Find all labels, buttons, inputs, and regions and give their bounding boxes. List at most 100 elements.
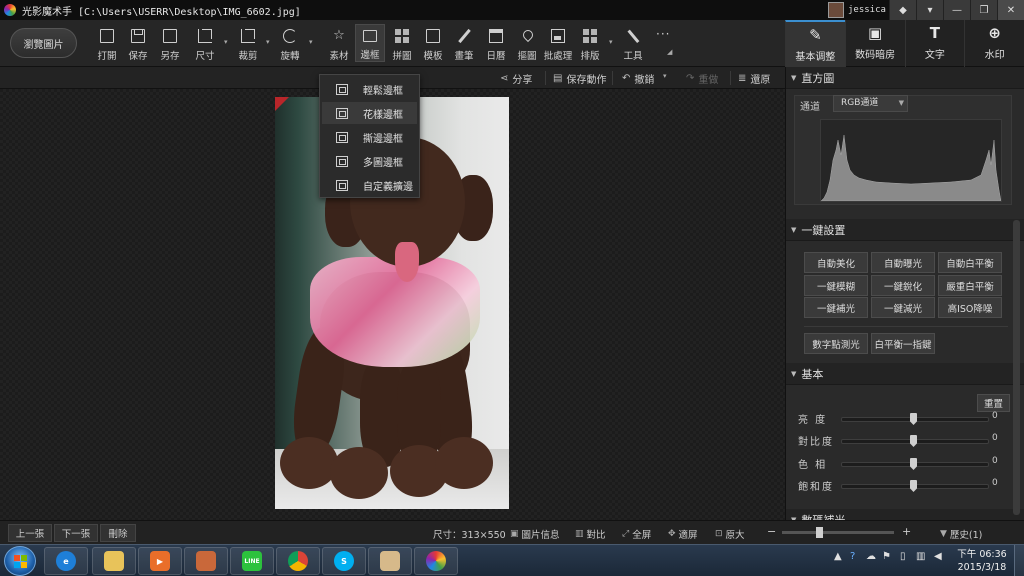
reset-button[interactable]: 重置 xyxy=(977,394,1010,412)
taskbar-app-chrome[interactable] xyxy=(276,547,320,575)
taskbar-app-skype[interactable]: S xyxy=(322,547,366,575)
rotate-dropdown-icon[interactable]: ▾ xyxy=(309,38,313,46)
taskbar-app-ie[interactable]: e xyxy=(44,547,88,575)
tab-digital-darkroom[interactable]: ▣ 数码暗房 xyxy=(844,20,905,67)
one-click-sharpen-button[interactable]: 一鍵銳化 xyxy=(871,275,935,296)
taskbar-app-paint[interactable] xyxy=(368,547,412,575)
slider-thumb[interactable] xyxy=(910,413,917,425)
calendar-button[interactable]: 日曆 xyxy=(481,24,511,62)
close-button[interactable]: ✕ xyxy=(997,0,1024,20)
delete-button[interactable]: 刪除 xyxy=(100,524,136,542)
user-name[interactable]: jessica xyxy=(848,5,886,15)
histogram-header[interactable]: ▼ 直方圖 xyxy=(786,67,1024,89)
zoom-slider[interactable] xyxy=(782,527,894,538)
next-image-button[interactable]: 下一張 xyxy=(54,524,98,542)
undo-dropdown-icon[interactable]: ▾ xyxy=(663,72,667,80)
share-button[interactable]: ⋖ 分享 xyxy=(500,71,532,86)
brush-button[interactable]: 畫筆 xyxy=(449,24,479,62)
zoom-in-button[interactable]: + xyxy=(902,525,911,538)
layout-dropdown-icon[interactable]: ▾ xyxy=(609,38,613,46)
border-button[interactable]: 邊框 xyxy=(355,24,385,62)
white-balance-one-key-button[interactable]: 白平衡一指鍵 xyxy=(871,333,935,354)
taskbar-app-photo-editor[interactable] xyxy=(414,547,458,575)
auto-beautify-button[interactable]: 自動美化 xyxy=(804,252,868,273)
saturation-slider[interactable] xyxy=(841,480,989,492)
high-iso-denoise-button[interactable]: 高ISO降噪 xyxy=(938,297,1002,318)
tray-expand-icon[interactable]: ▲ xyxy=(834,551,842,562)
more-button[interactable]: ··· xyxy=(648,24,678,62)
power-icon[interactable]: ▯ xyxy=(900,551,906,562)
help-icon[interactable]: ? xyxy=(850,551,855,562)
image-info-button[interactable]: ▣ 圖片信息 xyxy=(510,527,560,541)
slider-thumb[interactable] xyxy=(910,458,917,470)
crop-dropdown-icon[interactable]: ▾ xyxy=(266,38,270,46)
crop-button[interactable]: 裁剪 xyxy=(233,24,263,62)
auto-exposure-button[interactable]: 自動曝光 xyxy=(871,252,935,273)
taskbar-app-media[interactable]: ▶ xyxy=(138,547,182,575)
contrast-slider[interactable] xyxy=(841,435,989,447)
material-button[interactable]: ☆ 素材 xyxy=(324,24,354,63)
collage-button[interactable]: 拼圖 xyxy=(387,24,417,62)
fill-light-header[interactable]: ▼ 數碼補光 xyxy=(786,509,1024,520)
brightness-slider[interactable] xyxy=(841,413,989,425)
toolbar-expand-icon[interactable]: ◢ xyxy=(667,48,672,56)
redo-button[interactable]: ↷ 重做 xyxy=(686,71,718,86)
basic-header[interactable]: ▼ 基本 xyxy=(786,363,1024,385)
one-click-blur-button[interactable]: 一鍵模糊 xyxy=(804,275,868,296)
browse-images-button[interactable]: 瀏覽圖片 xyxy=(10,28,77,58)
hue-slider[interactable] xyxy=(841,458,989,470)
menu-button[interactable]: ▾ xyxy=(916,0,943,20)
layout-button[interactable]: 排版 xyxy=(575,24,605,62)
cloud-icon[interactable]: ☁ xyxy=(866,551,876,562)
menu-item-torn-border[interactable]: 撕邊邊框 xyxy=(322,126,417,148)
open-button[interactable]: 打開 xyxy=(92,24,122,62)
fullscreen-button[interactable]: ⤢ 全屏 xyxy=(622,527,651,541)
menu-item-pattern-border[interactable]: 花樣邊框 xyxy=(322,102,417,124)
one-click-fill-light-button[interactable]: 一鍵補光 xyxy=(804,297,868,318)
minimize-button[interactable]: — xyxy=(943,0,970,20)
menu-item-custom-expand[interactable]: 自定義擴邊 xyxy=(322,174,417,196)
one-click-header[interactable]: ▼ 一鍵設置 xyxy=(786,219,1024,241)
history-button[interactable]: ▼ 歷史(1) xyxy=(940,527,982,541)
zoom-out-button[interactable]: − xyxy=(767,525,776,538)
tab-basic-adjust[interactable]: ✎ 基本调整 xyxy=(785,20,845,67)
save-as-button[interactable]: 另存 xyxy=(155,24,185,62)
network-icon[interactable]: ▥ xyxy=(916,551,925,562)
resize-button[interactable]: 尺寸 xyxy=(190,24,220,62)
cutout-button[interactable]: 摳圖 xyxy=(512,24,542,62)
rotate-button[interactable]: 旋轉 xyxy=(275,24,305,62)
restore-button[interactable]: ≣ 還原 xyxy=(738,71,770,86)
tools-button[interactable]: 工具 xyxy=(618,24,648,62)
save-action-button[interactable]: ▤ 保存動作 xyxy=(553,71,606,86)
taskbar-app-explorer[interactable] xyxy=(92,547,136,575)
volume-icon[interactable]: ◀ xyxy=(934,551,942,562)
menu-item-easy-border[interactable]: 輕鬆邊框 xyxy=(322,78,417,100)
system-clock[interactable]: 下午 06:36 2015/3/18 xyxy=(955,548,1009,574)
flag-icon[interactable]: ⚑ xyxy=(882,551,891,562)
start-button[interactable] xyxy=(4,546,36,576)
show-desktop-button[interactable] xyxy=(1014,545,1024,576)
fit-screen-button[interactable]: ✥ 適屏 xyxy=(668,527,698,541)
panel-scrollbar[interactable] xyxy=(1013,220,1020,515)
slider-thumb[interactable] xyxy=(910,435,917,447)
tab-text[interactable]: T 文字 xyxy=(904,20,965,67)
user-area[interactable]: jessica ▾ xyxy=(828,1,894,19)
resize-dropdown-icon[interactable]: ▾ xyxy=(224,38,228,46)
zoom-thumb[interactable] xyxy=(816,527,823,538)
slider-thumb[interactable] xyxy=(910,480,917,492)
batch-button[interactable]: 批處理 xyxy=(543,24,573,62)
save-button[interactable]: 保存 xyxy=(123,24,153,62)
original-size-button[interactable]: ⊡ 原大 xyxy=(715,527,745,541)
undo-button[interactable]: ↶ 撤銷 xyxy=(622,71,654,86)
severe-white-balance-button[interactable]: 嚴重白平衡 xyxy=(938,275,1002,296)
menu-item-multi-image-border[interactable]: 多圖邊框 xyxy=(322,150,417,172)
compare-button[interactable]: ▥ 對比 xyxy=(575,527,606,541)
previous-image-button[interactable]: 上一張 xyxy=(8,524,52,542)
taskbar-app-line[interactable]: LINE xyxy=(230,547,274,575)
maximize-button[interactable]: ❐ xyxy=(970,0,997,20)
spot-metering-button[interactable]: 數字點測光 xyxy=(804,333,868,354)
taskbar-app-package[interactable] xyxy=(184,547,228,575)
channel-select[interactable]: RGB通道 ▼ xyxy=(833,95,908,112)
template-button[interactable]: 模板 xyxy=(418,24,448,62)
avatar[interactable] xyxy=(828,2,844,18)
